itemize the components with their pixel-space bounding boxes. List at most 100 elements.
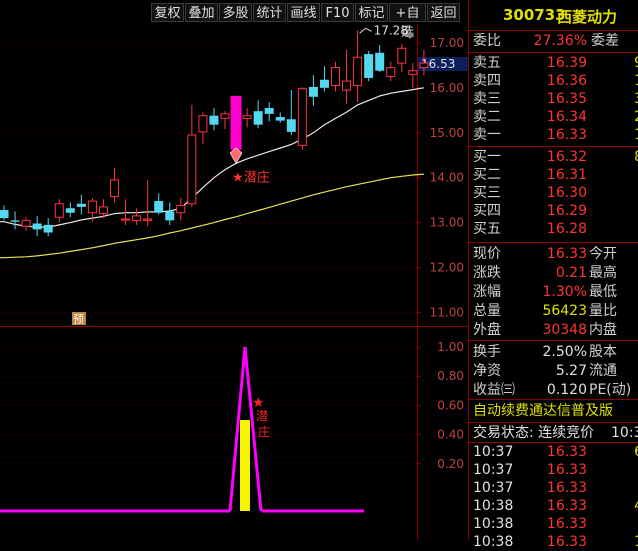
sell-price: 16.39 xyxy=(546,55,587,71)
stat-row-4: 外盘 30348 内盘 xyxy=(469,321,638,339)
buy-price: 16.28 xyxy=(546,221,587,237)
sell-volume: 9 xyxy=(634,54,638,72)
candle-body xyxy=(0,210,9,219)
candle-body xyxy=(21,219,31,227)
kline-svg[interactable]: 17.00 16.00 15.00 14.00 13.00 12.00 11.00 1.00 0… xyxy=(0,24,468,540)
candle-body xyxy=(275,117,285,121)
tick-price: 16.33 xyxy=(546,444,587,460)
tick-row-5: 10:38 16.33 1 xyxy=(469,533,638,551)
stat2-value: 5.27 xyxy=(555,363,587,379)
sell-volume: 1 xyxy=(634,72,638,90)
candle-body xyxy=(386,67,396,78)
indicator-axis-label: 0.40 xyxy=(437,428,464,442)
toolbar-button-8[interactable]: 返回 xyxy=(427,3,460,22)
sell-row-4: 卖一 16.33 1 xyxy=(469,126,638,144)
tick-time: 10:37 xyxy=(473,480,514,496)
stat-label-2: 最低 xyxy=(589,284,617,300)
candle-body xyxy=(76,203,86,207)
sell-volume: 3 xyxy=(634,90,638,108)
toolbar-button-0[interactable]: 复权 xyxy=(151,3,184,22)
stat-label-2: 内盘 xyxy=(589,322,617,338)
indicator-axis-label: 0.60 xyxy=(437,398,464,412)
candle-body xyxy=(297,88,307,146)
stat-label-2: 最高 xyxy=(589,265,617,281)
candle-body xyxy=(165,211,175,221)
candle-body xyxy=(43,224,53,233)
stat-label-2: 今开 xyxy=(589,246,617,262)
sell-level-label: 卖一 xyxy=(473,127,501,143)
buy-row-1: 买二 16.31 xyxy=(469,166,638,184)
candle-body xyxy=(54,203,64,218)
candle-body xyxy=(209,115,219,125)
toolbar-button-5[interactable]: F10 xyxy=(321,3,354,22)
buy-level-label: 买四 xyxy=(473,203,501,219)
indicator-axis-label: 0.20 xyxy=(437,457,464,471)
toolbar-button-1[interactable]: 叠加 xyxy=(185,3,218,22)
indicator-yellow-bar xyxy=(240,420,250,511)
stat2-label-2: PE(动) xyxy=(589,382,632,398)
toolbar-button-2[interactable]: 多股 xyxy=(219,3,252,22)
buy-volume: 8 xyxy=(634,148,638,166)
sell-row-2: 卖三 16.35 3 xyxy=(469,90,638,108)
promo-banner[interactable]: 自动续费通达信普及版 xyxy=(473,402,613,420)
indicator-axis-label: 1.00 xyxy=(437,340,464,354)
candle-body xyxy=(65,208,75,213)
toolbar-button-7[interactable]: +自选 xyxy=(389,3,426,40)
trade-status-row: 交易状态: 连续竞价 10:3 xyxy=(469,424,638,442)
stat2-label-2: 股本 xyxy=(589,344,617,360)
stat-label: 现价 xyxy=(473,246,501,262)
buy-level-label: 买二 xyxy=(473,167,501,183)
toolbar-button-3[interactable]: 统计 xyxy=(253,3,286,22)
candle-body xyxy=(198,115,208,133)
candle-body xyxy=(364,54,374,78)
kline-chart-area[interactable]: 17.00 16.00 15.00 14.00 13.00 12.00 11.00 1.00 0… xyxy=(0,24,468,540)
sell-volume: 2 xyxy=(634,108,638,126)
candle-body xyxy=(121,218,131,221)
stat-value: 0.21 xyxy=(555,265,587,281)
signal-candle xyxy=(230,95,242,150)
stock-name: 西菱动力 xyxy=(557,8,618,26)
stat2-value: 0.120 xyxy=(546,382,587,398)
price-axis-label: 15.00 xyxy=(430,126,464,140)
candle-body xyxy=(187,134,197,205)
sell-price: 16.33 xyxy=(546,127,587,143)
toolbar-button-4[interactable]: 画线 xyxy=(287,3,320,22)
candle-body xyxy=(87,200,97,214)
toolbar-button-6[interactable]: 标记 xyxy=(355,3,388,22)
trade-status: 交易状态: 连续竞价 xyxy=(473,425,595,441)
candle-body xyxy=(308,86,318,97)
tick-time: 10:37 xyxy=(473,444,514,460)
candle-body xyxy=(397,47,407,64)
price-axis-label: 17.00 xyxy=(430,36,464,50)
sell-price: 16.36 xyxy=(546,73,587,89)
panel-divider xyxy=(469,30,638,31)
candle-body xyxy=(10,220,20,222)
stat2-value: 2.50% xyxy=(542,344,587,360)
candle-body xyxy=(176,205,186,214)
quote-panel: 300733 西菱动力 委比27.36%委差卖五16.399卖四16.361卖三… xyxy=(468,0,638,550)
high-pointer xyxy=(359,27,372,34)
stat2-label: 换手 xyxy=(473,344,501,360)
indicator-mark-text-2: 庄 xyxy=(258,424,270,439)
tick-time: 10:37 xyxy=(473,462,514,478)
buy-price: 16.29 xyxy=(546,203,587,219)
high-price-label: 17.28 xyxy=(374,24,408,37)
stat-value: 1.30% xyxy=(542,284,587,300)
candle-body xyxy=(264,108,274,114)
stat2-label: 净资 xyxy=(473,363,501,379)
buy-row-4: 买五 16.28 xyxy=(469,220,638,238)
stat-value: 56423 xyxy=(542,303,587,319)
candle-body xyxy=(132,215,142,221)
stat2-label: 收益㈢ xyxy=(473,382,515,398)
tick-price: 16.33 xyxy=(546,534,587,550)
tick-volume: 1 xyxy=(634,533,638,551)
stat-label: 涨跌 xyxy=(473,265,501,281)
buy-row-3: 买四 16.29 xyxy=(469,202,638,220)
stat-value: 16.33 xyxy=(546,246,587,262)
stat-row-3: 总量 56423 量比 xyxy=(469,302,638,320)
candle-body xyxy=(110,179,119,198)
tick-row-4: 10:38 16.33 xyxy=(469,515,638,533)
candle-body xyxy=(408,70,418,75)
buy-level-label: 买五 xyxy=(473,221,501,237)
panel-divider xyxy=(469,340,638,341)
